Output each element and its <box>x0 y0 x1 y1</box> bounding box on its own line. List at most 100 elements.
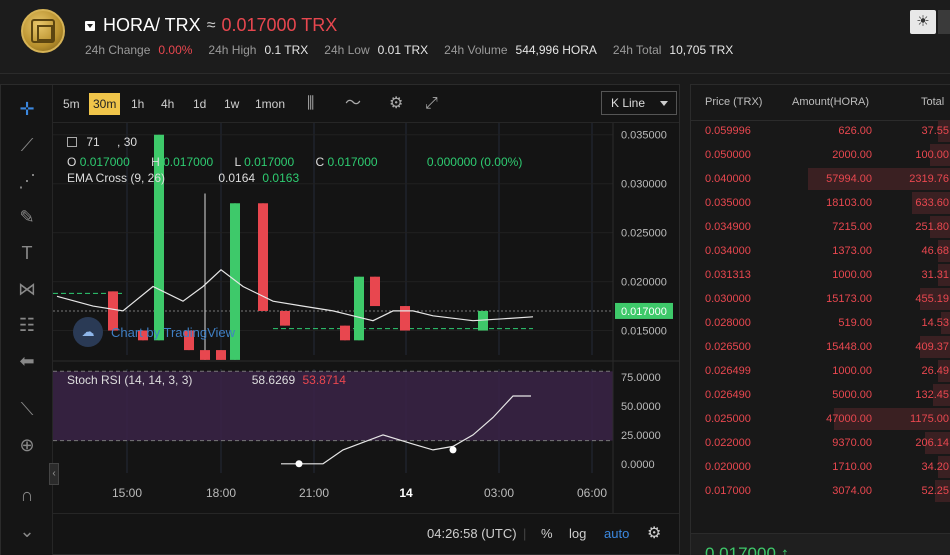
timeframe-1h[interactable]: 1h <box>127 93 148 115</box>
orderbook-row[interactable]: 0.020000 1710.00 34.20 <box>691 455 950 479</box>
pattern-icon[interactable]: ⋈ <box>15 277 39 301</box>
time-tick-label: 15:00 <box>112 486 142 500</box>
orderbook-price: 0.026490 <box>705 389 751 401</box>
orderbook-total: 26.49 <box>921 365 949 377</box>
orderbook-row[interactable]: 0.022000 9370.00 206.14 <box>691 431 950 455</box>
pair-dropdown-icon[interactable] <box>85 20 95 31</box>
pair-name[interactable]: HORA/ TRX <box>103 15 201 36</box>
orderbook-row[interactable]: 0.025000 47000.00 1175.00 <box>691 407 950 431</box>
orderbook-total: 633.60 <box>915 197 949 209</box>
candle-body <box>370 276 380 307</box>
arrow-left-icon[interactable]: ⬅ <box>15 349 39 373</box>
timeframe-4h[interactable]: 4h <box>157 93 178 115</box>
orderbook-row[interactable]: 0.028000 519.00 14.53 <box>691 311 950 335</box>
orderbook-price: 0.026499 <box>705 365 751 377</box>
rsi-tick-label: 0.0000 <box>621 459 655 471</box>
legend-ohlc: O 0.017000 H 0.017000 L 0.017000 C 0.017… <box>67 155 523 169</box>
settings-icon[interactable]: ⚙ <box>389 93 403 115</box>
last-price: 0.017000 ↑ <box>705 544 790 555</box>
orderbook-row[interactable]: 0.059996 626.00 37.55 <box>691 119 950 143</box>
chevron-down-icon[interactable]: ⌄ <box>15 519 39 543</box>
candle-body <box>200 350 210 360</box>
orderbook-row[interactable]: 0.030000 15173.00 455.19 <box>691 287 950 311</box>
rsi-point <box>449 446 457 454</box>
orderbook-total: 206.14 <box>915 437 949 449</box>
chart-topbar: 5m 30m 1h 4h 1d 1w 1mon ⫼ 〜 ⚙ ⤢ K Line <box>53 85 679 123</box>
header-amount: Amount(HORA) <box>792 96 870 108</box>
trend-line-icon[interactable]: ⟋ <box>15 133 39 157</box>
legend-toggle-icon[interactable] <box>67 137 77 147</box>
orderbook-row[interactable]: 0.026490 5000.00 132.45 <box>691 383 950 407</box>
timeframe-1w[interactable]: 1w <box>220 93 243 115</box>
orderbook-total: 1175.00 <box>910 413 949 425</box>
log-scale-button[interactable]: log <box>569 524 586 544</box>
rsi-tick-label: 50.0000 <box>621 401 661 413</box>
zoom-in-icon[interactable]: ⊕ <box>15 433 39 457</box>
percent-scale-button[interactable]: % <box>541 524 553 544</box>
orderbook-price: 0.034000 <box>705 245 751 257</box>
orderbook-total: 100.00 <box>915 149 949 161</box>
timeframe-1d[interactable]: 1d <box>189 93 210 115</box>
hora-logo <box>21 9 65 53</box>
header-price: Price (TRX) <box>705 96 763 108</box>
crosshair-icon[interactable]: ✛ <box>15 97 39 121</box>
orderbook-row[interactable]: 0.017000 3074.00 52.25 <box>691 479 950 503</box>
magnet-icon[interactable]: ∩ <box>15 483 39 507</box>
candle-body <box>280 310 290 326</box>
prediction-icon[interactable]: ☷ <box>15 313 39 337</box>
orderbook-row[interactable]: 0.050000 2000.00 100.00 <box>691 143 950 167</box>
sun-icon[interactable]: ☀ <box>910 10 936 34</box>
orderbook-row[interactable]: 0.031313 1000.00 31.31 <box>691 263 950 287</box>
orderbook-price: 0.031313 <box>705 269 751 281</box>
drawing-toolbar: ✛ ⟋ ⋰ ✎ T ⋈ ☷ ⬅ ⟍ ⊕ ∩ ⌄ <box>1 85 53 555</box>
orderbook-total: 46.68 <box>921 245 949 257</box>
order-book-header: Price (TRX) Amount(HORA) Total <box>691 85 950 121</box>
auto-scale-button[interactable]: auto <box>604 524 629 544</box>
orderbook-amount: 1710.00 <box>832 461 872 473</box>
orderbook-price: 0.028000 <box>705 317 751 329</box>
collapse-handle-icon[interactable]: ‹ <box>49 463 59 485</box>
orderbook-row[interactable]: 0.040000 57994.00 2319.76 <box>691 167 950 191</box>
theme-toggle-dark[interactable] <box>938 10 950 34</box>
indicators-icon[interactable]: 〜 <box>345 93 361 115</box>
orderbook-amount: 9370.00 <box>832 437 872 449</box>
orderbook-total: 409.37 <box>915 341 949 353</box>
candle-type-icon[interactable]: ⫼ <box>307 93 314 115</box>
market-header: HORA/ TRX ≈ 0.017000 TRX 24h Change 0.00%… <box>0 0 950 74</box>
orderbook-amount: 1373.00 <box>832 245 872 257</box>
fullscreen-icon[interactable]: ⤢ <box>425 93 438 115</box>
orderbook-row[interactable]: 0.034000 1373.00 46.68 <box>691 239 950 263</box>
orderbook-price: 0.050000 <box>705 149 751 161</box>
price-tick-label: 0.020000 <box>621 277 667 289</box>
timeframe-1mon[interactable]: 1mon <box>251 93 289 115</box>
timeframe-5m[interactable]: 5m <box>59 93 84 115</box>
chart-settings-icon[interactable]: ⚙ <box>647 524 661 544</box>
orderbook-row[interactable]: 0.026499 1000.00 26.49 <box>691 359 950 383</box>
orderbook-price: 0.022000 <box>705 437 751 449</box>
stat-24h-volume: 24h Volume 544,996 HORA <box>444 43 597 57</box>
orderbook-total: 14.53 <box>921 317 949 329</box>
timeframe-30m[interactable]: 30m <box>89 93 121 115</box>
time-tick-label: 06:00 <box>577 486 607 500</box>
orderbook-total: 2319.76 <box>909 173 949 185</box>
ruler-icon[interactable]: ⟍ <box>15 397 39 421</box>
stat-24h-change: 24h Change 0.00% <box>85 43 193 57</box>
orderbook-amount: 18103.00 <box>826 197 872 209</box>
orderbook-total: 31.31 <box>921 269 949 281</box>
brush-icon[interactable]: ✎ <box>15 205 39 229</box>
text-tool-icon[interactable]: T <box>15 241 39 265</box>
fib-tool-icon[interactable]: ⋰ <box>15 169 39 193</box>
pair-row[interactable]: HORA/ TRX ≈ 0.017000 TRX <box>85 15 337 36</box>
tradingview-logo-icon: ☁ <box>73 317 103 347</box>
orderbook-total: 34.20 <box>921 461 949 473</box>
stats-row: 24h Change 0.00% 24h High 0.1 TRX 24h Low 0… <box>85 43 733 57</box>
orderbook-row[interactable]: 0.035000 18103.00 633.60 <box>691 191 950 215</box>
orderbook-row[interactable]: 0.034900 7215.00 251.80 <box>691 215 950 239</box>
orderbook-amount: 7215.00 <box>832 221 872 233</box>
orderbook-amount: 15173.00 <box>826 293 872 305</box>
chart-type-select[interactable]: K Line <box>601 91 677 115</box>
orderbook-amount: 15448.00 <box>826 341 872 353</box>
stat-24h-total: 24h Total 10,705 TRX <box>612 43 734 57</box>
orderbook-row[interactable]: 0.026500 15448.00 409.37 <box>691 335 950 359</box>
rsi-legend: Stoch RSI (14, 14, 3, 3) 58.6269 53.8714 <box>67 373 346 387</box>
